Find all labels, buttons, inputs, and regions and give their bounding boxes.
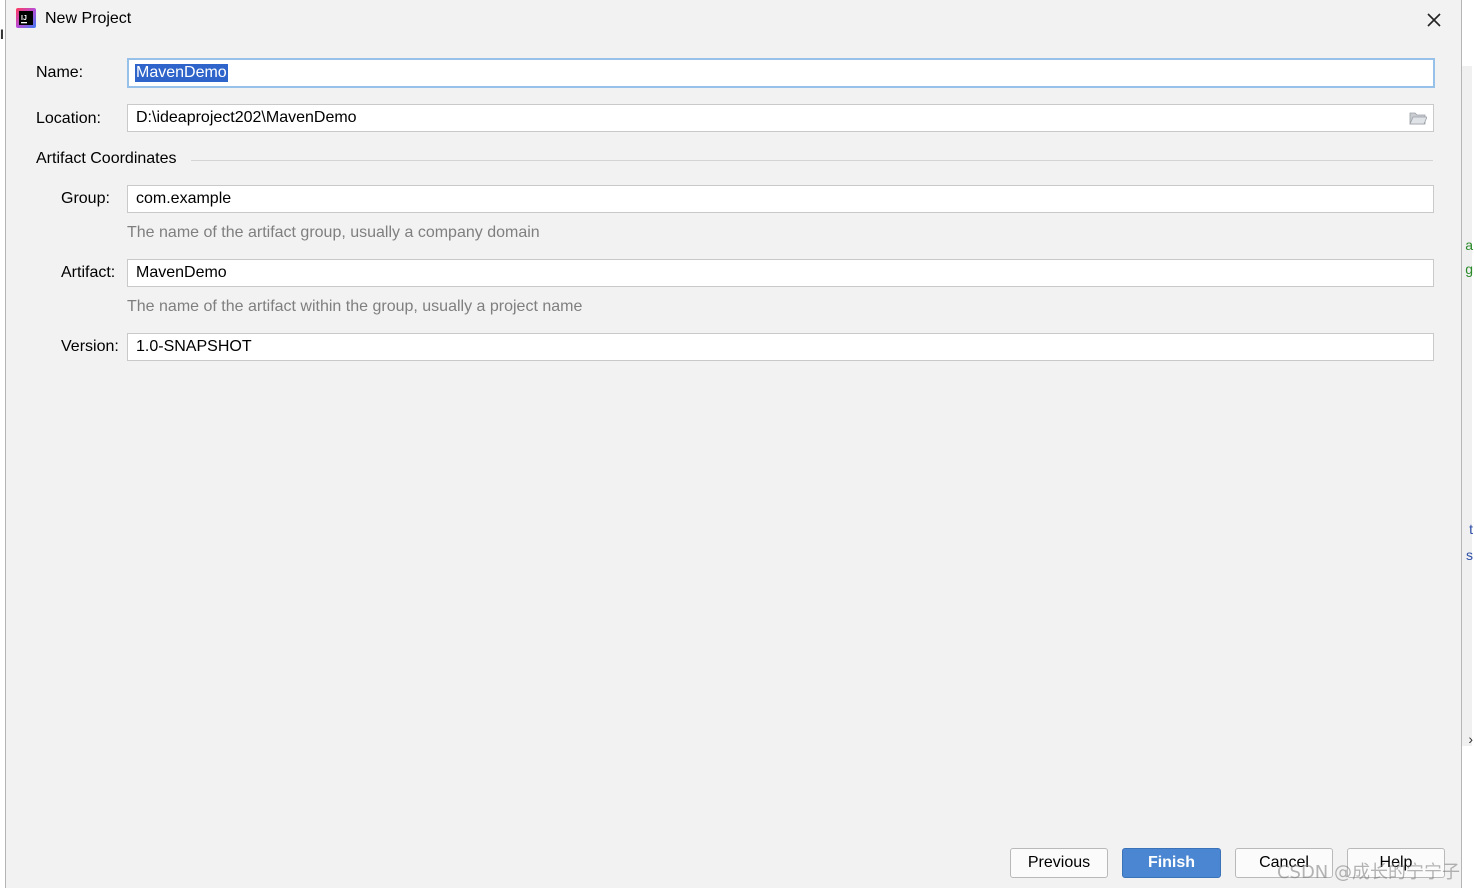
name-field-value: MavenDemo: [135, 64, 228, 82]
group-hint: The name of the artifact group, usually …: [127, 224, 540, 241]
dialog-title: New Project: [45, 10, 132, 27]
background-scrollbar: [1461, 66, 1472, 746]
version-label: Version:: [61, 338, 119, 355]
background-code-glyph: g: [1465, 261, 1473, 277]
artifact-label: Artifact:: [61, 264, 116, 281]
dialog-titlebar: IJ New Project: [6, 0, 1461, 40]
background-window-glyph: I: [0, 26, 4, 42]
close-icon: [1427, 13, 1441, 27]
background-code-glyph: a: [1465, 237, 1473, 253]
finish-button[interactable]: Finish: [1122, 848, 1221, 878]
browse-folder-icon[interactable]: [1409, 111, 1427, 125]
version-field-value: 1.0-SNAPSHOT: [136, 338, 252, 355]
background-code-glyph: t: [1469, 521, 1473, 537]
name-field[interactable]: MavenDemo: [127, 58, 1435, 88]
background-ide-edge: a g t s ›: [1461, 0, 1474, 888]
group-label: Group:: [61, 190, 110, 207]
intellij-app-icon: IJ: [16, 8, 36, 28]
previous-button[interactable]: Previous: [1010, 848, 1108, 878]
artifact-coordinates-title: Artifact Coordinates: [36, 150, 177, 167]
new-project-dialog: IJ New Project Name: MavenDemo Location:…: [5, 0, 1462, 888]
location-field[interactable]: D:\ideaproject202\MavenDemo: [127, 104, 1434, 132]
version-field[interactable]: 1.0-SNAPSHOT: [127, 333, 1434, 361]
location-field-value: D:\ideaproject202\MavenDemo: [136, 109, 357, 126]
name-label: Name:: [36, 64, 84, 81]
background-chevron-glyph: ›: [1468, 731, 1473, 747]
artifact-hint: The name of the artifact within the grou…: [127, 298, 583, 315]
svg-text:IJ: IJ: [21, 15, 27, 22]
csdn-watermark: CSDN @成长的宁宁子: [1276, 862, 1460, 883]
group-field[interactable]: com.example: [127, 185, 1434, 213]
artifact-field[interactable]: MavenDemo: [127, 259, 1434, 287]
background-code-glyph: s: [1466, 547, 1473, 563]
close-button[interactable]: [1421, 8, 1447, 32]
section-divider: [191, 160, 1433, 161]
artifact-field-value: MavenDemo: [136, 264, 227, 281]
location-label: Location:: [36, 110, 101, 127]
group-field-value: com.example: [136, 190, 232, 207]
